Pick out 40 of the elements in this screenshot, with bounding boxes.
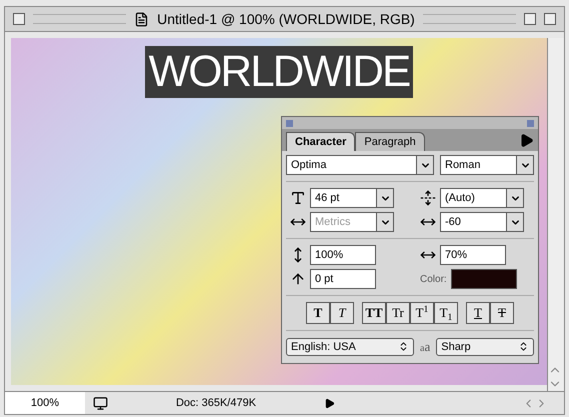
menu-arrow-icon[interactable]: [519, 133, 534, 148]
dropdown[interactable]: (Auto): [440, 188, 524, 208]
color-swatch[interactable]: [450, 269, 517, 289]
dropdown[interactable]: Roman: [440, 155, 534, 175]
zoom-box[interactable]: [524, 13, 536, 25]
anti-alias-select[interactable]: Sharp: [436, 338, 534, 356]
language-select[interactable]: English: USA: [286, 338, 414, 356]
document-size: Doc: 365K/479K: [174, 396, 258, 411]
document-icon: [134, 12, 150, 26]
collapse-box[interactable]: [544, 13, 556, 25]
input-field[interactable]: 100%: [310, 245, 376, 265]
text-style-button[interactable]: TT: [362, 302, 386, 324]
vertical-arrows-icon: [420, 190, 436, 206]
text-style-button[interactable]: T: [490, 302, 514, 324]
input-field[interactable]: 0 pt: [310, 269, 376, 289]
monitor-icon[interactable]: [93, 396, 108, 410]
input-field[interactable]: 70%: [440, 245, 506, 265]
color-label: Color:: [420, 272, 447, 286]
dropdown[interactable]: -60: [440, 212, 524, 232]
canvas-heading: WORLDWIDE: [144, 46, 414, 98]
palette-tab[interactable]: Character: [286, 132, 356, 151]
text-style-button[interactable]: T: [306, 302, 330, 324]
window-title: Untitled-1 @ 100% (WORLDWIDE, RGB): [157, 10, 415, 29]
dropdown[interactable]: Optima: [286, 155, 434, 175]
vertical-scrollbar[interactable]: [547, 38, 564, 391]
palette-tab[interactable]: Paragraph: [355, 132, 425, 151]
anti-alias-symbol: aa: [420, 338, 430, 356]
menu-arrow-icon[interactable]: [324, 398, 335, 408]
text-style-button[interactable]: T: [330, 302, 354, 324]
text-style-button[interactable]: T: [466, 302, 490, 324]
type-icon: [290, 190, 306, 206]
text-style-button[interactable]: Tr: [386, 302, 410, 324]
zoom-level[interactable]: 100%: [5, 392, 85, 414]
baseline-shift-icon: [290, 271, 306, 287]
stepper-icon: [398, 341, 409, 352]
dropdown[interactable]: 46 pt: [310, 188, 394, 208]
text-style-button[interactable]: T$^{1}$: [410, 302, 434, 324]
stepper-icon: [518, 341, 529, 352]
close-box[interactable]: [13, 13, 25, 25]
text-style-button[interactable]: T$_{1}$: [434, 302, 458, 324]
